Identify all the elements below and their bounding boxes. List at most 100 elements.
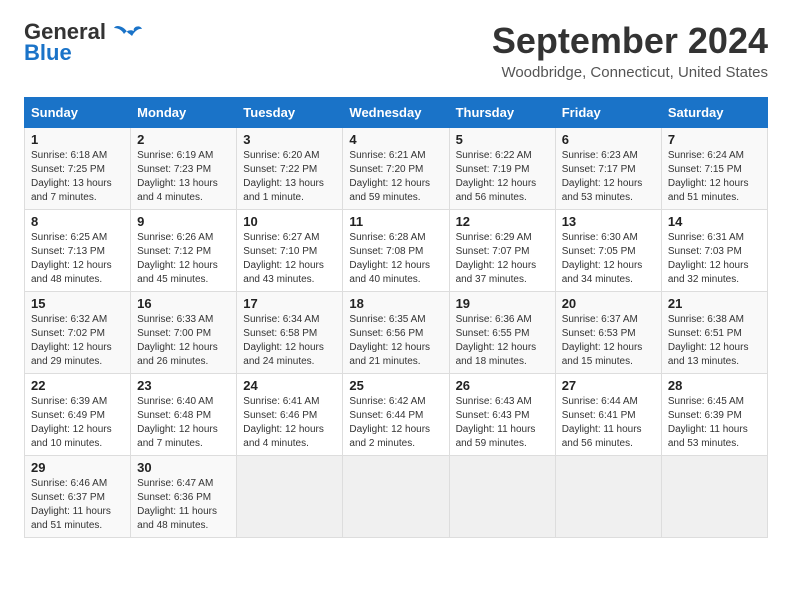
- weekday-header-saturday: Saturday: [661, 98, 767, 128]
- day-info: Sunrise: 6:45 AM Sunset: 6:39 PM Dayligh…: [668, 395, 761, 451]
- logo: General Blue: [24, 20, 142, 66]
- weekday-header-row: SundayMondayTuesdayWednesdayThursdayFrid…: [25, 98, 768, 128]
- day-number: 18: [349, 296, 442, 311]
- calendar-cell: 27 Sunrise: 6:44 AM Sunset: 6:41 PM Dayl…: [555, 374, 661, 456]
- calendar-cell: 18 Sunrise: 6:35 AM Sunset: 6:56 PM Dayl…: [343, 292, 449, 374]
- day-number: 21: [668, 296, 761, 311]
- day-info: Sunrise: 6:39 AM Sunset: 6:49 PM Dayligh…: [31, 395, 124, 451]
- day-number: 29: [31, 460, 124, 475]
- day-number: 19: [456, 296, 549, 311]
- day-number: 23: [137, 378, 230, 393]
- calendar-cell: 1 Sunrise: 6:18 AM Sunset: 7:25 PM Dayli…: [25, 128, 131, 210]
- page-header: General Blue September 2024 Woodbridge, …: [24, 20, 768, 81]
- calendar-cell: 14 Sunrise: 6:31 AM Sunset: 7:03 PM Dayl…: [661, 210, 767, 292]
- calendar-week-row: 22 Sunrise: 6:39 AM Sunset: 6:49 PM Dayl…: [25, 374, 768, 456]
- day-info: Sunrise: 6:29 AM Sunset: 7:07 PM Dayligh…: [456, 231, 549, 287]
- calendar-week-row: 1 Sunrise: 6:18 AM Sunset: 7:25 PM Dayli…: [25, 128, 768, 210]
- calendar-cell: 23 Sunrise: 6:40 AM Sunset: 6:48 PM Dayl…: [131, 374, 237, 456]
- weekday-header-monday: Monday: [131, 98, 237, 128]
- day-number: 4: [349, 132, 442, 147]
- weekday-header-sunday: Sunday: [25, 98, 131, 128]
- weekday-header-thursday: Thursday: [449, 98, 555, 128]
- calendar-cell: 21 Sunrise: 6:38 AM Sunset: 6:51 PM Dayl…: [661, 292, 767, 374]
- calendar-cell: 5 Sunrise: 6:22 AM Sunset: 7:19 PM Dayli…: [449, 128, 555, 210]
- calendar-cell: 25 Sunrise: 6:42 AM Sunset: 6:44 PM Dayl…: [343, 374, 449, 456]
- day-number: 13: [562, 214, 655, 229]
- day-info: Sunrise: 6:23 AM Sunset: 7:17 PM Dayligh…: [562, 149, 655, 205]
- day-number: 8: [31, 214, 124, 229]
- day-number: 22: [31, 378, 124, 393]
- calendar-cell: 16 Sunrise: 6:33 AM Sunset: 7:00 PM Dayl…: [131, 292, 237, 374]
- calendar-cell: [555, 456, 661, 538]
- calendar-cell: 9 Sunrise: 6:26 AM Sunset: 7:12 PM Dayli…: [131, 210, 237, 292]
- day-number: 5: [456, 132, 549, 147]
- weekday-header-friday: Friday: [555, 98, 661, 128]
- day-info: Sunrise: 6:37 AM Sunset: 6:53 PM Dayligh…: [562, 313, 655, 369]
- day-number: 17: [243, 296, 336, 311]
- calendar-cell: [237, 456, 343, 538]
- day-number: 26: [456, 378, 549, 393]
- day-info: Sunrise: 6:18 AM Sunset: 7:25 PM Dayligh…: [31, 149, 124, 205]
- calendar-cell: 11 Sunrise: 6:28 AM Sunset: 7:08 PM Dayl…: [343, 210, 449, 292]
- day-info: Sunrise: 6:32 AM Sunset: 7:02 PM Dayligh…: [31, 313, 124, 369]
- day-number: 27: [562, 378, 655, 393]
- day-info: Sunrise: 6:26 AM Sunset: 7:12 PM Dayligh…: [137, 231, 230, 287]
- calendar-cell: [343, 456, 449, 538]
- calendar-cell: 29 Sunrise: 6:46 AM Sunset: 6:37 PM Dayl…: [25, 456, 131, 538]
- day-info: Sunrise: 6:43 AM Sunset: 6:43 PM Dayligh…: [456, 395, 549, 451]
- logo-bird-icon: [114, 24, 142, 42]
- day-number: 20: [562, 296, 655, 311]
- calendar-cell: 28 Sunrise: 6:45 AM Sunset: 6:39 PM Dayl…: [661, 374, 767, 456]
- logo-blue: Blue: [24, 40, 72, 66]
- calendar-cell: 3 Sunrise: 6:20 AM Sunset: 7:22 PM Dayli…: [237, 128, 343, 210]
- calendar-cell: 22 Sunrise: 6:39 AM Sunset: 6:49 PM Dayl…: [25, 374, 131, 456]
- day-number: 24: [243, 378, 336, 393]
- day-info: Sunrise: 6:40 AM Sunset: 6:48 PM Dayligh…: [137, 395, 230, 451]
- day-info: Sunrise: 6:35 AM Sunset: 6:56 PM Dayligh…: [349, 313, 442, 369]
- day-info: Sunrise: 6:25 AM Sunset: 7:13 PM Dayligh…: [31, 231, 124, 287]
- day-info: Sunrise: 6:36 AM Sunset: 6:55 PM Dayligh…: [456, 313, 549, 369]
- day-info: Sunrise: 6:47 AM Sunset: 6:36 PM Dayligh…: [137, 477, 230, 533]
- day-number: 25: [349, 378, 442, 393]
- day-number: 28: [668, 378, 761, 393]
- day-info: Sunrise: 6:34 AM Sunset: 6:58 PM Dayligh…: [243, 313, 336, 369]
- weekday-header-wednesday: Wednesday: [343, 98, 449, 128]
- day-info: Sunrise: 6:44 AM Sunset: 6:41 PM Dayligh…: [562, 395, 655, 451]
- day-info: Sunrise: 6:33 AM Sunset: 7:00 PM Dayligh…: [137, 313, 230, 369]
- calendar-cell: 2 Sunrise: 6:19 AM Sunset: 7:23 PM Dayli…: [131, 128, 237, 210]
- day-number: 9: [137, 214, 230, 229]
- calendar-cell: [449, 456, 555, 538]
- calendar-table: SundayMondayTuesdayWednesdayThursdayFrid…: [24, 97, 768, 538]
- day-info: Sunrise: 6:21 AM Sunset: 7:20 PM Dayligh…: [349, 149, 442, 205]
- day-info: Sunrise: 6:31 AM Sunset: 7:03 PM Dayligh…: [668, 231, 761, 287]
- day-info: Sunrise: 6:28 AM Sunset: 7:08 PM Dayligh…: [349, 231, 442, 287]
- calendar-week-row: 29 Sunrise: 6:46 AM Sunset: 6:37 PM Dayl…: [25, 456, 768, 538]
- calendar-cell: [661, 456, 767, 538]
- day-info: Sunrise: 6:24 AM Sunset: 7:15 PM Dayligh…: [668, 149, 761, 205]
- calendar-cell: 19 Sunrise: 6:36 AM Sunset: 6:55 PM Dayl…: [449, 292, 555, 374]
- day-number: 15: [31, 296, 124, 311]
- day-info: Sunrise: 6:20 AM Sunset: 7:22 PM Dayligh…: [243, 149, 336, 205]
- calendar-week-row: 8 Sunrise: 6:25 AM Sunset: 7:13 PM Dayli…: [25, 210, 768, 292]
- calendar-cell: 24 Sunrise: 6:41 AM Sunset: 6:46 PM Dayl…: [237, 374, 343, 456]
- day-info: Sunrise: 6:46 AM Sunset: 6:37 PM Dayligh…: [31, 477, 124, 533]
- calendar-cell: 26 Sunrise: 6:43 AM Sunset: 6:43 PM Dayl…: [449, 374, 555, 456]
- day-number: 30: [137, 460, 230, 475]
- calendar-week-row: 15 Sunrise: 6:32 AM Sunset: 7:02 PM Dayl…: [25, 292, 768, 374]
- day-info: Sunrise: 6:42 AM Sunset: 6:44 PM Dayligh…: [349, 395, 442, 451]
- day-info: Sunrise: 6:19 AM Sunset: 7:23 PM Dayligh…: [137, 149, 230, 205]
- weekday-header-tuesday: Tuesday: [237, 98, 343, 128]
- day-number: 7: [668, 132, 761, 147]
- calendar-cell: 7 Sunrise: 6:24 AM Sunset: 7:15 PM Dayli…: [661, 128, 767, 210]
- day-number: 12: [456, 214, 549, 229]
- location-subtitle: Woodbridge, Connecticut, United States: [492, 64, 768, 81]
- day-number: 6: [562, 132, 655, 147]
- calendar-cell: 4 Sunrise: 6:21 AM Sunset: 7:20 PM Dayli…: [343, 128, 449, 210]
- day-number: 14: [668, 214, 761, 229]
- calendar-cell: 30 Sunrise: 6:47 AM Sunset: 6:36 PM Dayl…: [131, 456, 237, 538]
- calendar-cell: 15 Sunrise: 6:32 AM Sunset: 7:02 PM Dayl…: [25, 292, 131, 374]
- day-info: Sunrise: 6:30 AM Sunset: 7:05 PM Dayligh…: [562, 231, 655, 287]
- day-info: Sunrise: 6:27 AM Sunset: 7:10 PM Dayligh…: [243, 231, 336, 287]
- day-number: 1: [31, 132, 124, 147]
- day-number: 10: [243, 214, 336, 229]
